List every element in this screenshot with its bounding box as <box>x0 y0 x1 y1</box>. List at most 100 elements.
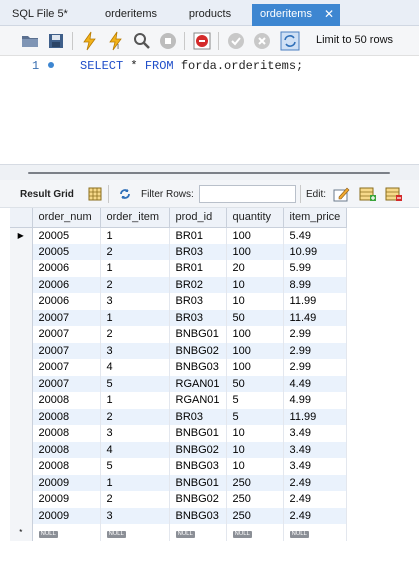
cell-quantity[interactable]: 100 <box>226 359 284 376</box>
cell-prod-id[interactable]: BNBG02 <box>169 342 227 359</box>
table-row[interactable]: 20008 5 BNBG03 10 3.49 <box>10 458 348 475</box>
cell-order-num[interactable]: 20008 <box>32 441 101 458</box>
autocommit-icon[interactable] <box>280 31 300 51</box>
row-selector[interactable] <box>10 375 33 392</box>
column-header-quantity[interactable]: quantity <box>226 208 284 228</box>
cell-order-num[interactable]: 20006 <box>32 260 101 277</box>
save-icon[interactable] <box>46 31 66 51</box>
row-selector[interactable] <box>10 342 33 359</box>
table-row[interactable]: ▶ 20005 1 BR01 100 5.49 <box>10 227 348 244</box>
table-row[interactable]: 20009 1 BNBG01 250 2.49 <box>10 474 348 491</box>
cell-quantity[interactable]: 50 <box>226 375 284 392</box>
cell-quantity[interactable]: 50 <box>226 309 284 326</box>
splitter-grip[interactable] <box>28 172 390 174</box>
cell-prod-id[interactable]: RGAN01 <box>169 375 227 392</box>
table-row[interactable]: 20007 1 BR03 50 11.49 <box>10 309 348 326</box>
cell-order-item[interactable]: 1 <box>100 392 170 409</box>
cell-order-item[interactable]: 3 <box>100 293 170 310</box>
column-header-item-price[interactable]: item_price <box>283 208 348 228</box>
cell-item-price[interactable]: 3.49 <box>283 441 348 458</box>
cell-order-item[interactable]: 4 <box>100 441 170 458</box>
cell-order-num[interactable]: 20009 <box>32 507 101 524</box>
tab-orderitems[interactable]: orderitems <box>92 4 170 26</box>
table-row[interactable]: 20009 3 BNBG03 250 2.49 <box>10 507 348 524</box>
filter-rows-input[interactable] <box>199 185 296 203</box>
refresh-icon[interactable] <box>118 187 132 201</box>
row-selector[interactable] <box>10 392 33 409</box>
row-selector[interactable] <box>10 309 33 326</box>
cell-order-item[interactable]: 3 <box>100 425 170 442</box>
table-row[interactable]: 20007 3 BNBG02 100 2.99 <box>10 342 348 359</box>
cell-item-price[interactable]: 4.99 <box>283 392 348 409</box>
explain-icon[interactable] <box>132 31 152 51</box>
column-header-order-item[interactable]: order_item <box>100 208 170 228</box>
cell-quantity[interactable]: 10 <box>226 458 284 475</box>
table-row[interactable]: 20008 3 BNBG01 10 3.49 <box>10 425 348 442</box>
row-selector[interactable] <box>10 507 33 524</box>
new-row[interactable]: * NULL NULL NULL NULL NULL <box>10 524 348 541</box>
cell-quantity[interactable]: 250 <box>226 491 284 508</box>
cell-prod-id[interactable]: RGAN01 <box>169 392 227 409</box>
new-row-marker[interactable]: * <box>10 524 33 541</box>
cell-prod-id[interactable]: BR02 <box>169 276 227 293</box>
cell-prod-id[interactable]: BR03 <box>169 243 227 260</box>
table-row[interactable]: 20006 2 BR02 10 8.99 <box>10 276 348 293</box>
execute-selection-icon[interactable]: I <box>106 31 126 51</box>
cell-item-price[interactable]: 2.49 <box>283 507 348 524</box>
row-selector[interactable] <box>10 458 33 475</box>
cell-quantity[interactable]: 10 <box>226 425 284 442</box>
cell-prod-id[interactable]: BR03 <box>169 309 227 326</box>
cell-order-item[interactable]: 4 <box>100 359 170 376</box>
sql-editor[interactable]: 1 SELECT * FROM forda.orderitems; <box>0 56 419 164</box>
cell-order-num[interactable]: 20006 <box>32 293 101 310</box>
result-grid[interactable]: order_num order_item prod_id quantity it… <box>0 208 419 574</box>
table-row[interactable]: 20006 1 BR01 20 5.99 <box>10 260 348 277</box>
new-cell-order-item[interactable]: NULL <box>100 524 170 541</box>
cell-item-price[interactable]: 11.99 <box>283 408 348 425</box>
row-selector[interactable] <box>10 293 33 310</box>
cell-prod-id[interactable]: BNBG02 <box>169 441 227 458</box>
cell-quantity[interactable]: 250 <box>226 507 284 524</box>
cell-item-price[interactable]: 2.49 <box>283 491 348 508</box>
row-selector[interactable] <box>10 408 33 425</box>
column-header-prod-id[interactable]: prod_id <box>169 208 227 228</box>
cell-order-item[interactable]: 1 <box>100 309 170 326</box>
cell-order-item[interactable]: 2 <box>100 326 170 343</box>
close-tab-icon[interactable]: ✕ <box>324 4 334 24</box>
rollback-icon[interactable] <box>252 31 272 51</box>
cell-prod-id[interactable]: BNBG01 <box>169 425 227 442</box>
cell-prod-id[interactable]: BNBG03 <box>169 507 227 524</box>
new-cell-prod-id[interactable]: NULL <box>169 524 227 541</box>
cell-order-num[interactable]: 20007 <box>32 375 101 392</box>
cell-prod-id[interactable]: BR01 <box>169 260 227 277</box>
table-row[interactable]: 20009 2 BNBG02 250 2.49 <box>10 491 348 508</box>
row-selector[interactable] <box>10 276 33 293</box>
cell-item-price[interactable]: 8.99 <box>283 276 348 293</box>
grid-view-icon[interactable] <box>88 187 102 201</box>
cell-quantity[interactable]: 10 <box>226 441 284 458</box>
cell-quantity[interactable]: 10 <box>226 293 284 310</box>
table-row[interactable]: 20007 2 BNBG01 100 2.99 <box>10 326 348 343</box>
cell-order-num[interactable]: 20009 <box>32 491 101 508</box>
cell-order-item[interactable]: 1 <box>100 474 170 491</box>
row-selector[interactable]: ▶ <box>10 227 33 244</box>
cell-order-num[interactable]: 20008 <box>32 392 101 409</box>
row-selector[interactable] <box>10 359 33 376</box>
cell-order-item[interactable]: 5 <box>100 375 170 392</box>
cell-item-price[interactable]: 3.49 <box>283 458 348 475</box>
cell-item-price[interactable]: 10.99 <box>283 243 348 260</box>
cell-order-item[interactable]: 3 <box>100 342 170 359</box>
cell-prod-id[interactable]: BR01 <box>169 227 227 244</box>
toggle-error-icon[interactable] <box>192 31 212 51</box>
cell-order-num[interactable]: 20006 <box>32 276 101 293</box>
cell-order-num[interactable]: 20007 <box>32 359 101 376</box>
cell-order-item[interactable]: 5 <box>100 458 170 475</box>
row-selector-header[interactable] <box>10 208 33 228</box>
table-row[interactable]: 20008 4 BNBG02 10 3.49 <box>10 441 348 458</box>
cell-quantity[interactable]: 100 <box>226 326 284 343</box>
cell-order-item[interactable]: 2 <box>100 276 170 293</box>
cell-quantity[interactable]: 250 <box>226 474 284 491</box>
table-row[interactable]: 20007 5 RGAN01 50 4.49 <box>10 375 348 392</box>
cell-order-item[interactable]: 2 <box>100 491 170 508</box>
table-row[interactable]: 20008 1 RGAN01 5 4.99 <box>10 392 348 409</box>
